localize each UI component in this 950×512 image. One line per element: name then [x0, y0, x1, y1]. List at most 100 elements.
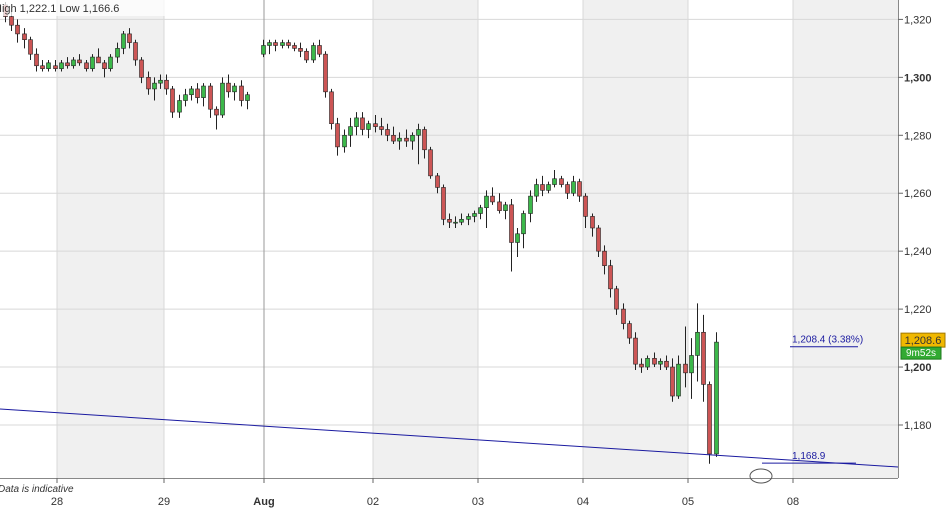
candle-body [139, 59, 144, 78]
candle-body [521, 213, 526, 235]
candle-body [428, 149, 433, 177]
candle-body [528, 195, 533, 214]
candle-body [484, 195, 489, 209]
candle-body [503, 204, 508, 211]
candle-body [292, 45, 297, 49]
candle-body [397, 137, 402, 142]
candle-body [490, 195, 495, 203]
candle-body [71, 59, 76, 67]
annotation-label: 1,168.9 [792, 451, 826, 462]
candle-body [707, 384, 712, 455]
candle-body [509, 204, 514, 243]
candle-body [658, 360, 663, 365]
candle-body [232, 85, 237, 93]
current-price-label: 1,208.6 [905, 335, 942, 347]
x-tick-label: 05 [682, 496, 694, 508]
candle-body [220, 82, 225, 116]
x-tick-label: 29 [158, 496, 170, 508]
y-tick-label: 1,320 [904, 14, 932, 26]
shade-band [793, 0, 898, 478]
candle-body [102, 62, 107, 69]
candle-body [177, 100, 182, 113]
candle-body [664, 360, 669, 368]
candle-body [552, 178, 557, 185]
candle-body [546, 184, 551, 191]
candle-body [239, 85, 244, 101]
candle-body [34, 53, 39, 67]
candle-body [201, 85, 206, 98]
candle-body [577, 181, 582, 197]
candle-body [127, 33, 132, 43]
candle-body [695, 331, 700, 356]
candle-body [195, 88, 200, 98]
candle-body [639, 363, 644, 368]
candle-body [683, 363, 688, 374]
candle-body [565, 184, 570, 194]
candle-body [614, 288, 619, 310]
candle-body [645, 358, 650, 368]
annotation-label: 1,208.4 (3.38%) [792, 335, 863, 346]
candle-body [342, 134, 347, 148]
candle-body [28, 39, 33, 55]
candle-body [621, 308, 626, 324]
candle-body [133, 42, 138, 61]
candle-body [391, 134, 396, 142]
chart-window: 1,180 1,200 1,220 1,240 1,260 1,280 1,300 1,320… [0, 0, 950, 512]
candle-body [317, 45, 322, 55]
candle-body [478, 207, 483, 214]
countdown-label: 9m52s [906, 348, 936, 359]
candle-body [226, 82, 231, 93]
y-tick-label: 1,240 [904, 246, 932, 258]
candle-body [441, 187, 446, 220]
candle-body [208, 85, 213, 110]
candle-body [329, 91, 334, 125]
candle-body [701, 331, 706, 385]
candle-body [335, 123, 340, 148]
candle-body [472, 213, 477, 217]
y-tick-label: 1,200 [904, 362, 932, 374]
candle-body [676, 363, 681, 397]
candle-body [466, 216, 471, 220]
candle-body [40, 65, 45, 69]
candle-body [146, 77, 151, 90]
candle-body [652, 358, 657, 365]
y-tick-label: 1,220 [904, 304, 932, 316]
candle-body [170, 88, 175, 113]
candle-body [46, 62, 51, 69]
x-tick-label: 02 [367, 496, 379, 508]
candle-body [77, 59, 82, 64]
candle-body [53, 65, 58, 69]
candle-body [267, 42, 272, 46]
candle-body [280, 42, 285, 46]
candle-body [84, 62, 89, 69]
candle-body [404, 137, 409, 142]
y-tick-label: 1,300 [904, 72, 932, 84]
candle-body [245, 94, 250, 101]
candle-body [596, 227, 601, 252]
candle-body [366, 123, 371, 130]
candle-body [183, 94, 188, 101]
candle-body [435, 175, 440, 188]
candle-body [158, 79, 163, 84]
candle-body [608, 265, 613, 290]
candle-body [121, 33, 126, 49]
candle-body [453, 221, 458, 224]
candle-body [348, 126, 353, 136]
candle-body [416, 129, 421, 136]
candle-body [360, 117, 365, 130]
candle-body [286, 42, 291, 46]
candle-body [410, 134, 415, 142]
candle-body [447, 219, 452, 223]
x-tick-label: 03 [472, 496, 484, 508]
candle-body [298, 48, 303, 52]
candle-body [515, 233, 520, 243]
candle-body [15, 24, 20, 35]
candle-body [385, 129, 390, 136]
candle-body [273, 42, 278, 46]
candle-body [65, 62, 70, 67]
candle-body [304, 50, 309, 61]
candle-body [214, 108, 219, 116]
shade-band [373, 0, 478, 478]
candle-body [115, 48, 120, 58]
low-marker-circle [749, 468, 773, 484]
